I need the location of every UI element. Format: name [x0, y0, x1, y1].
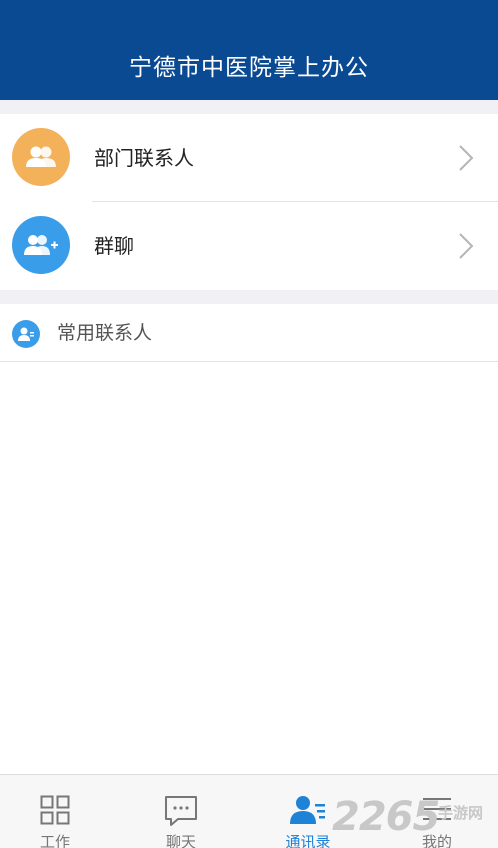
section-gap — [0, 290, 498, 304]
page-title: 宁德市中医院掌上办公 — [129, 55, 369, 81]
watermark-text: 手游网 — [438, 804, 484, 822]
tab-label: 工作 — [39, 833, 70, 848]
chevron-right-icon — [459, 145, 474, 171]
grid-icon — [40, 795, 70, 825]
section-gap — [0, 100, 498, 114]
frequent-contacts-label: 常用联系人 — [57, 322, 153, 344]
chat-icon — [165, 796, 197, 826]
contact-icon — [12, 320, 40, 348]
group-chat-row[interactable]: 群聊 — [0, 202, 498, 290]
watermark-logo: 2265 手游网 — [332, 792, 498, 848]
tab-chat[interactable]: 聊天 — [131, 775, 231, 848]
chevron-right-icon — [459, 233, 474, 259]
add-group-icon — [12, 216, 70, 274]
frequent-contacts-header[interactable]: 常用联系人 — [0, 304, 498, 362]
group-chat-label: 群聊 — [94, 234, 134, 258]
contacts-icon — [290, 796, 325, 824]
department-contacts-label: 部门联系人 — [94, 146, 194, 170]
group-icon — [12, 128, 70, 186]
tab-work[interactable]: 工作 — [5, 775, 105, 848]
app-header: 宁德市中医院掌上办公 — [0, 0, 498, 100]
tab-label: 聊天 — [165, 833, 196, 848]
department-contacts-row[interactable]: 部门联系人 — [0, 114, 498, 202]
watermark-number: 2265 — [332, 794, 440, 840]
